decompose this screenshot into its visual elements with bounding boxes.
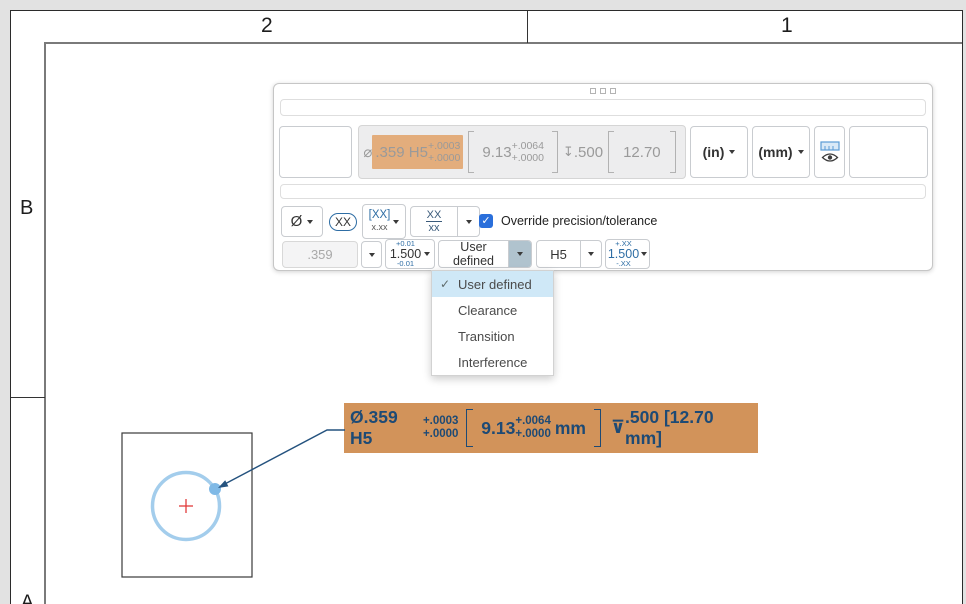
tolerance-type-dropdown[interactable]: User defined [438, 240, 532, 268]
callout-dual-value: 9.13 [481, 418, 515, 439]
callout-tol-lower: +.0000 [423, 428, 459, 441]
caret-down-icon [466, 220, 472, 224]
callout-depth-text: .500 [12.70 mm] [625, 407, 752, 449]
fit-precision-stack: +.XX 1.500 -.XX [608, 240, 639, 268]
override-precision-checkbox[interactable]: ✓ [479, 214, 493, 228]
zone-label-b: B [20, 197, 33, 220]
depth-symbol-icon: ⊽ [611, 418, 625, 438]
caret-down-icon [798, 150, 804, 154]
close-bracket-icon [670, 131, 676, 173]
menu-item-label: Transition [458, 329, 515, 344]
caret-down-icon [729, 150, 735, 154]
reference-parentheses-button[interactable]: XX [326, 206, 360, 237]
drawing-workspace: 2 1 B A Ø.359 H5 +.0003 +.0000 9.13 +.00… [0, 0, 966, 604]
tolerance-type-label: User defined [439, 240, 508, 268]
attachment-dot[interactable] [209, 483, 221, 495]
checkmark-icon: ✓ [440, 277, 458, 291]
dimension-callout[interactable]: Ø.359 H5 +.0003 +.0000 9.13 +.0064 +.000… [344, 403, 758, 453]
fraction-icon: XX xx [411, 209, 457, 234]
caret-down-icon [393, 220, 399, 224]
close-bracket-icon [552, 131, 558, 173]
caret-down-icon [517, 252, 523, 256]
drawing-border-left [44, 42, 46, 604]
caret-down-icon [369, 253, 375, 257]
dual-dimension-icon: [XX] x.xx [369, 210, 391, 232]
caret-down-icon [588, 252, 594, 256]
dimension-value-input[interactable]: .359 [282, 241, 358, 268]
primary-units-label: (in) [703, 144, 725, 160]
callout-tol-upper: +.0003 [423, 415, 459, 428]
preview-diameter-symbol: ⌀ [363, 143, 372, 161]
drawing-border-top [46, 42, 962, 44]
zone-divider-top [527, 11, 528, 43]
menu-item-label: Clearance [458, 303, 517, 318]
drag-handle-icon[interactable] [590, 88, 616, 94]
dimension-edit-dialog: ⌀.359 H5+.0003+.00009.13+.0064+.0000↧.50… [273, 83, 933, 271]
callout-dual-upper: +.0064 [515, 415, 551, 428]
tolerance-type-menu: ✓ User defined Clearance Transition Inte… [431, 270, 554, 376]
menu-item-user-defined[interactable]: ✓ User defined [432, 271, 553, 297]
precision-dropdown[interactable]: +0.01 1.500 -0.01 [385, 239, 435, 269]
sketch-view [100, 400, 370, 600]
precision-stack: +0.01 1.500 -0.01 [390, 240, 421, 268]
zone-label-1: 1 [781, 14, 793, 38]
fit-precision-dropdown[interactable]: +.XX 1.500 -.XX [605, 239, 650, 269]
primary-units-dropdown[interactable]: (in) [690, 126, 748, 178]
dimension-text-below-input[interactable] [280, 184, 926, 199]
suffix-text-input[interactable] [849, 126, 928, 178]
fraction-format-dropdown[interactable]: XX xx [410, 206, 480, 237]
fit-class-label: H5 [537, 247, 580, 262]
preview-depth-symbol-icon: ↧ [563, 145, 574, 160]
tolerance-type-caret-button[interactable] [508, 241, 531, 267]
eye-icon [821, 152, 839, 163]
callout-dual-unit: mm [555, 418, 586, 439]
preview-dual-tolerance-stack: +.0064+.0000 [512, 140, 544, 164]
callout-dual-lower: +.0000 [515, 428, 551, 441]
secondary-units-label: (mm) [758, 144, 792, 160]
dimension-value-dropdown[interactable] [361, 241, 382, 268]
menu-item-interference[interactable]: Interference [432, 349, 553, 375]
preview-dual-value: 9.13 [482, 144, 511, 161]
preview-depth-value: .500 [574, 144, 603, 161]
inspection-display-button[interactable] [814, 126, 845, 178]
zone-label-a: A [21, 592, 34, 604]
preview-tolerance-stack: +.0003+.0000 [428, 140, 460, 164]
override-precision-label: Override precision/tolerance [501, 214, 657, 228]
dimension-preview-field[interactable]: ⌀.359 H5+.0003+.0000 9.13+.0064+.0000 ↧.50… [358, 125, 686, 179]
menu-item-label: User defined [458, 277, 532, 292]
fit-class-dropdown[interactable]: H5 [536, 240, 602, 268]
parentheses-xx-icon: XX [329, 213, 357, 231]
dual-dimension-dropdown[interactable]: [XX] x.xx [362, 204, 406, 239]
ruler-icon [820, 141, 840, 151]
menu-item-clearance[interactable]: Clearance [432, 297, 553, 323]
close-bracket-icon [594, 409, 601, 447]
menu-item-transition[interactable]: Transition [432, 323, 553, 349]
zone-label-2: 2 [261, 14, 273, 38]
preview-selected-highlight: .359 H5+.0003+.0000 [372, 135, 463, 169]
preview-depth-dual-value: 12.70 [623, 144, 661, 161]
open-bracket-icon [466, 409, 473, 447]
callout-tolerance-stack: +.0003 +.0000 [423, 415, 459, 441]
caret-down-icon [424, 252, 430, 256]
preview-value: .359 H5 [375, 144, 428, 161]
prefix-text-input[interactable] [279, 126, 352, 178]
zone-divider-left [11, 397, 45, 398]
part-outline[interactable] [122, 433, 252, 577]
open-bracket-icon [468, 131, 474, 173]
diameter-symbol-dropdown[interactable]: Ø [281, 206, 323, 237]
open-bracket-icon [608, 131, 614, 173]
caret-down-icon [641, 252, 647, 256]
dimension-text-above-input[interactable] [280, 99, 926, 116]
diameter-symbol: Ø [291, 213, 303, 230]
secondary-units-dropdown[interactable]: (mm) [752, 126, 810, 178]
callout-dual-tolerance-stack: +.0064 +.0000 [515, 415, 551, 441]
caret-down-icon [307, 220, 313, 224]
menu-item-label: Interference [458, 355, 527, 370]
